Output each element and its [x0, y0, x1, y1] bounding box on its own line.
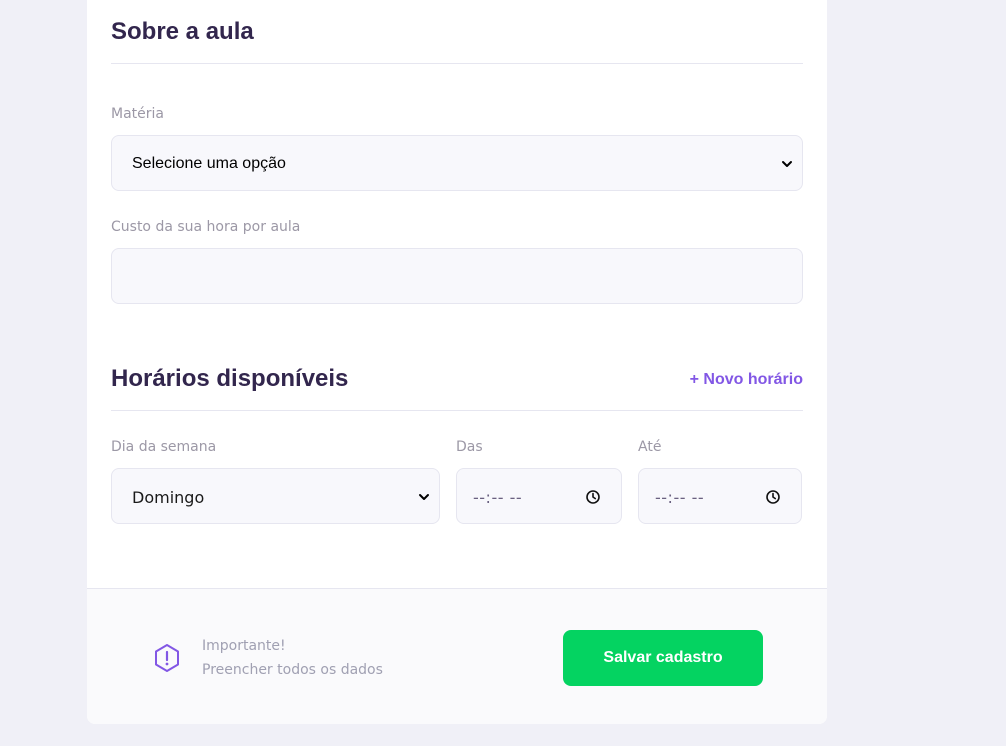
to-time-label: Até — [638, 439, 662, 455]
schedule-section-legend: Horários disponíveis + Novo horário — [111, 365, 803, 411]
chevron-down-icon — [419, 494, 429, 500]
to-time-input[interactable]: --:-- -- — [638, 468, 802, 524]
subject-label: Matéria — [111, 106, 164, 122]
cost-input[interactable] — [111, 248, 803, 304]
clock-icon[interactable] — [765, 489, 781, 505]
schedule-section-title: Horários disponíveis — [111, 365, 349, 392]
weekday-select[interactable]: Domingo — [111, 468, 440, 524]
from-time-input[interactable]: --:-- -- — [456, 468, 622, 524]
add-schedule-button[interactable]: + Novo horário — [690, 371, 803, 389]
save-button[interactable]: Salvar cadastro — [563, 630, 763, 686]
cost-label: Custo da sua hora por aula — [111, 219, 301, 235]
weekday-select-value: Domingo — [132, 488, 205, 507]
chevron-down-icon — [782, 161, 792, 167]
about-section-legend: Sobre a aula — [111, 18, 803, 64]
form-footer: Importante! Preencher todos os dados Sal… — [87, 588, 827, 724]
clock-icon[interactable] — [585, 489, 601, 505]
about-section-title: Sobre a aula — [111, 18, 254, 45]
to-time-value: --:-- -- — [655, 488, 705, 507]
subject-select[interactable]: Selecione uma opção — [111, 135, 803, 191]
subject-select-value: Selecione uma opção — [132, 155, 286, 172]
from-time-label: Das — [456, 439, 483, 455]
form-card: Sobre a aula Matéria Selecione uma opção… — [87, 0, 827, 724]
warning-icon — [155, 644, 179, 672]
warning-title: Importante! — [202, 638, 286, 654]
from-time-value: --:-- -- — [473, 488, 523, 507]
warning-text: Preencher todos os dados — [202, 662, 383, 678]
weekday-label: Dia da semana — [111, 439, 217, 455]
